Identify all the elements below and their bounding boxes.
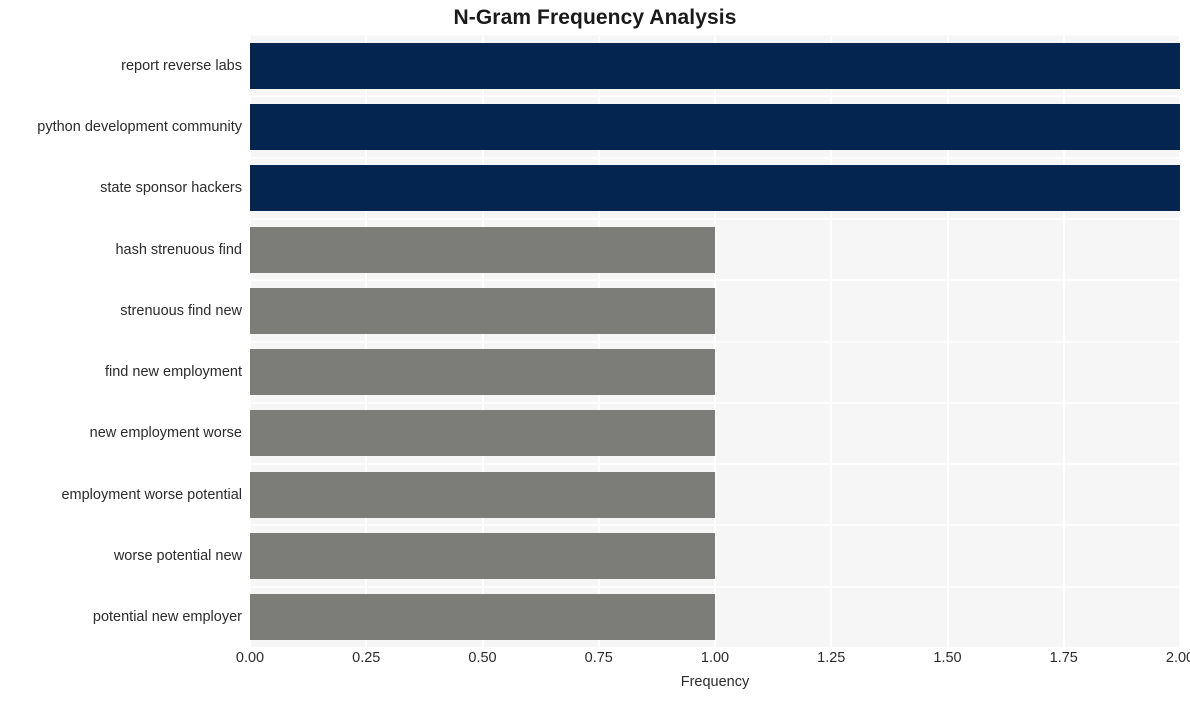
gridline-horizontal: [250, 95, 1180, 98]
bar: [250, 349, 715, 396]
gridline-horizontal: [250, 156, 1180, 159]
x-tick-label: 1.00: [700, 650, 730, 666]
x-tick-label: 0.50: [468, 650, 497, 666]
bar: [250, 410, 715, 457]
bar: [250, 226, 715, 273]
y-tick-label: report reverse labs: [121, 57, 242, 74]
x-tick-label: 1.50: [933, 650, 962, 666]
y-tick-label: state sponsor hackers: [100, 180, 242, 197]
chart-figure: N-Gram Frequency Analysis report reverse…: [0, 0, 1190, 701]
x-tick-label: 0.25: [352, 650, 381, 666]
gridline-horizontal: [250, 585, 1180, 588]
bar: [250, 471, 715, 518]
gridline-horizontal: [250, 35, 1180, 36]
x-tick-label: 2.00: [1165, 650, 1190, 666]
chart-title: N-Gram Frequency Analysis: [453, 6, 737, 29]
x-tick-label: 0.75: [584, 650, 613, 666]
y-tick-label: employment worse potential: [61, 486, 242, 503]
bar: [250, 533, 715, 580]
gridline-horizontal: [250, 340, 1180, 343]
x-tick-label: 1.75: [1049, 650, 1078, 666]
x-tick-label: 1.25: [817, 650, 846, 666]
x-axis-tick-labels: 0.00 0.25 0.50 0.75 1.00 1.25 1.50 1.75 2.00: [236, 650, 1190, 672]
y-tick-label: worse potential new: [113, 548, 242, 565]
bar: [250, 594, 715, 641]
gridline-horizontal: [250, 279, 1180, 282]
x-axis-label: Frequency: [680, 674, 750, 690]
y-tick-label: python development community: [37, 118, 242, 135]
gridline-horizontal: [250, 647, 1180, 648]
bar: [250, 42, 1180, 89]
bar: [250, 103, 1180, 150]
y-tick-label: hash strenuous find: [115, 241, 242, 258]
y-axis-tick-labels: report reverse labs python development co…: [0, 35, 250, 648]
y-tick-label: new employment worse: [89, 425, 242, 442]
x-tick-label: 0.00: [235, 650, 265, 666]
y-tick-label: strenuous find new: [120, 302, 242, 319]
y-tick-label: find new employment: [104, 364, 242, 381]
y-tick-label: potential new employer: [92, 609, 242, 626]
gridline-horizontal: [250, 463, 1180, 466]
gridline-horizontal: [250, 524, 1180, 527]
gridline-horizontal: [250, 401, 1180, 404]
plot-area: [250, 35, 1180, 648]
gridline-horizontal: [250, 217, 1180, 220]
bar: [250, 287, 715, 334]
bar: [250, 165, 1180, 212]
